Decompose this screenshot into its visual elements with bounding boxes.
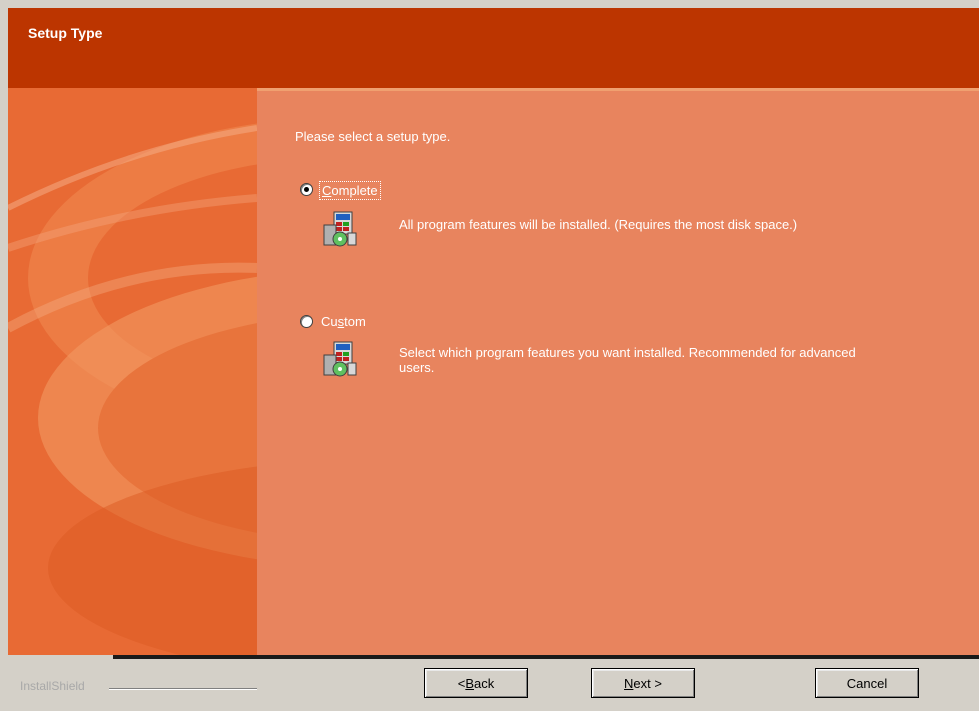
complete-label[interactable]: Complete [319, 181, 381, 200]
back-label-pre: < [457, 675, 466, 691]
custom-description-line2: users. [399, 360, 435, 375]
next-label-accel: N [624, 675, 634, 691]
content-panel: Please select a setup type. Complete All… [257, 91, 979, 655]
complete-install-icon [323, 211, 357, 247]
header-banner: Setup Type [8, 8, 979, 88]
radio-selected-dot [304, 187, 309, 192]
back-button[interactable]: < Back [424, 668, 528, 698]
custom-description-line1: Select which program features you want i… [399, 345, 856, 360]
custom-label-post: tom [344, 314, 366, 329]
custom-label[interactable]: Custom [321, 314, 366, 329]
swoosh-art-icon [8, 88, 257, 655]
next-label-post: ext > [633, 675, 662, 691]
custom-install-icon [323, 341, 357, 377]
complete-label-accel: C [322, 183, 332, 198]
complete-label-focus: Complete [319, 181, 381, 200]
installshield-brand: InstallShield [20, 679, 85, 693]
setup-dialog: Setup Type Please select a setup type. C… [0, 0, 979, 711]
footer-divider [113, 655, 979, 659]
dialog-title: Setup Type [28, 25, 103, 41]
button-bar: InstallShield < Back Next > Cancel [8, 655, 979, 711]
setup-prompt: Please select a setup type. [295, 129, 451, 144]
custom-radio[interactable] [300, 315, 313, 328]
complete-radio[interactable] [300, 183, 313, 196]
back-label-post: ack [474, 675, 495, 691]
complete-label-post: omplete [331, 183, 378, 198]
cancel-button[interactable]: Cancel [815, 668, 919, 698]
custom-label-pre: Cu [321, 314, 338, 329]
brand-etched-line [109, 688, 257, 690]
complete-description: All program features will be installed. … [399, 217, 798, 232]
next-button[interactable]: Next > [591, 668, 695, 698]
custom-description: Select which program features you want i… [399, 345, 856, 375]
side-artwork [8, 88, 257, 655]
back-label-accel: B [465, 675, 475, 691]
